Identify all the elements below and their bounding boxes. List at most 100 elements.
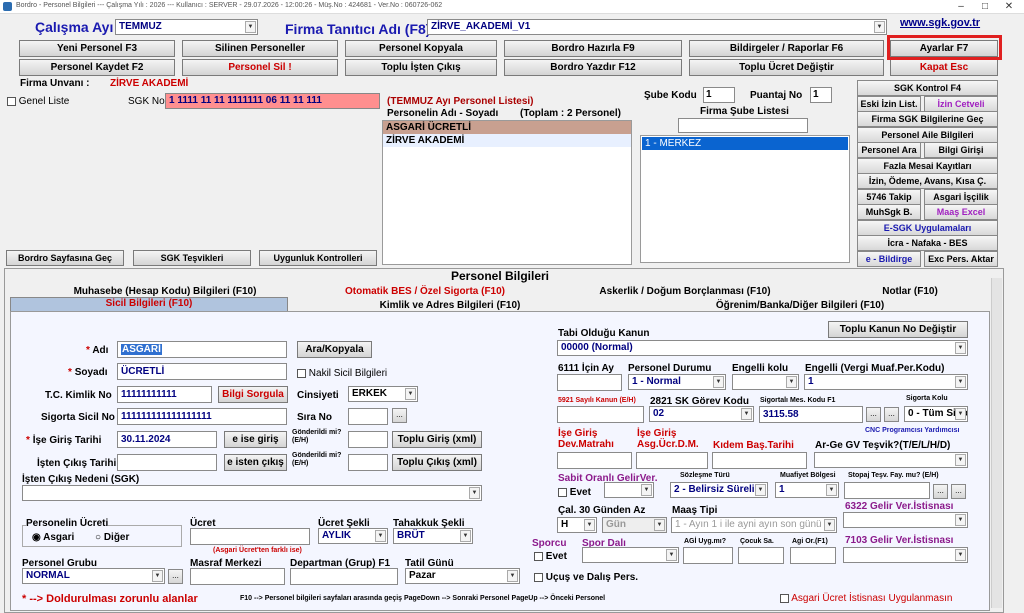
ise-giris-dev-field[interactable] (557, 452, 632, 469)
tab-ogrenim[interactable]: Öğrenim/Banka/Diğer Bilgileri (F10) (630, 300, 970, 311)
toolbar-button-row2-4[interactable]: Toplu Ücret Değiştir (689, 59, 884, 76)
mes-kodu-field[interactable]: 3115.58 (759, 406, 863, 423)
maas-tipi-select[interactable]: 1 - Ayın 1 i ile ayni ayın son günü ▼ (671, 517, 837, 533)
sabit-select[interactable]: ▼ (604, 482, 654, 498)
sube-list[interactable]: 1 - MERKEZ (640, 135, 850, 263)
sgk-no-field[interactable]: 1 1111 11 11 1111111 06 11 11 111 (165, 93, 380, 109)
kidem-field[interactable] (712, 452, 807, 469)
gonderildi2-field[interactable] (348, 454, 388, 471)
ucret-field[interactable] (190, 528, 310, 545)
toolbar-button-row1-1[interactable]: Silinen Personeller (182, 40, 338, 57)
side-button[interactable]: Firma SGK Bilgilerine Geç (857, 111, 998, 127)
side-button[interactable]: Personel Ara (857, 142, 921, 158)
side-button[interactable]: Personel Aile Bilgileri (857, 126, 998, 143)
sube-kodu-field[interactable]: 1 (703, 87, 735, 103)
tatil-select[interactable]: Pazar ▼ (405, 568, 520, 584)
grup-lookup-button[interactable]: ... (168, 569, 183, 584)
minimize-icon[interactable]: – (950, 0, 972, 14)
list-item[interactable]: 1 - MERKEZ (642, 137, 848, 150)
toolbar-button-row1-4[interactable]: Bildirgeler / Raporlar F6 (689, 40, 884, 57)
ucret-sekli-select[interactable]: AYLIK ▼ (318, 528, 388, 544)
side-button[interactable]: MuhSgk B. (857, 204, 921, 220)
toplu-kanun-button[interactable]: Toplu Kanun No Değiştir (828, 321, 968, 338)
side-button[interactable]: İzin Cetveli (924, 95, 998, 112)
tabi-select[interactable]: 00000 (Normal) ▼ (557, 340, 968, 356)
tab-kimlik[interactable]: Kimlik ve Adres Bilgileri (F10) (300, 300, 600, 311)
muafiyet-select[interactable]: 1 ▼ (775, 482, 839, 498)
side-button[interactable]: İcra - Nafaka - BES (857, 235, 998, 251)
masraf-field[interactable] (190, 568, 285, 585)
departman-field[interactable] (290, 568, 398, 585)
cinsiyet-select[interactable]: ERKEK ▼ (348, 386, 418, 402)
gorev-select[interactable]: 02 ▼ (649, 406, 754, 422)
personel-list[interactable]: ASGARİ ÜCRETLİ ZİRVE AKADEMİ (382, 120, 632, 265)
toolbar-button-row2-3[interactable]: Bordro Yazdır F12 (504, 59, 682, 76)
side-button[interactable]: e - Bildirge (857, 250, 921, 267)
genel-liste-checkbox[interactable]: Genel Liste (7, 96, 69, 107)
list-item[interactable]: ASGARİ ÜCRETLİ (383, 121, 631, 134)
cal30-select[interactable]: H ▼ (557, 517, 597, 533)
toolbar-button-row1-2[interactable]: Personel Kopyala (345, 40, 497, 57)
sgk-tesvik-button[interactable]: SGK Teşvikleri (133, 250, 251, 266)
adi-field[interactable]: ASGARİ (117, 341, 287, 358)
toolbar-button-row2-5[interactable]: Kapat Esc (890, 59, 998, 76)
mes-kodu-lookup-button[interactable]: ... (866, 407, 881, 422)
toolbar-button-row2-0[interactable]: Personel Kaydet F2 (19, 59, 175, 76)
e-isten-cikis-button[interactable]: e isten çıkış (224, 454, 287, 471)
side-button[interactable]: SGK Kontrol F4 (857, 80, 998, 96)
soyadi-field[interactable]: ÜCRETLİ (117, 363, 287, 380)
gun-select[interactable]: Gün ▼ (602, 517, 667, 533)
side-button[interactable]: Fazla Mesai Kayıtları (857, 157, 998, 174)
cikis-nedeni-select[interactable]: ▼ (22, 485, 482, 501)
diger-radio[interactable]: ○ Diğer (95, 532, 129, 543)
tab-sicil[interactable]: Sicil Bilgileri (F10) (10, 298, 288, 309)
asgari-istisna-checkbox[interactable]: Asgari Ücret İstisnası Uygulanmasın (780, 593, 952, 604)
tab-muhasebe[interactable]: Muhasebe (Hesap Kodu) Bilgileri (F10) (30, 286, 300, 297)
agi-or-field[interactable] (790, 547, 836, 564)
e-ise-giris-button[interactable]: e ise giriş (224, 431, 287, 448)
sira-field[interactable] (348, 408, 388, 425)
uygunluk-button[interactable]: Uygunluk Kontrolleri (259, 250, 377, 266)
tc-field[interactable]: 11111111111 (117, 386, 212, 403)
engelli-vergi-select[interactable]: 1 ▼ (804, 374, 968, 390)
side-button[interactable]: E-SGK Uygulamaları (857, 219, 998, 236)
side-button[interactable]: Eski İzin List. (857, 95, 921, 112)
tab-askerlik[interactable]: Askerlik / Doğum Borçlanması (F10) (560, 286, 810, 297)
firma-select[interactable]: ZİRVE_AKADEMİ_V1 ▼ (427, 19, 887, 35)
nakil-checkbox[interactable]: Nakil Sicil Bilgileri (297, 368, 387, 379)
sgk-link[interactable]: www.sgk.gov.tr (900, 17, 980, 29)
sube-filter-field[interactable] (678, 118, 808, 133)
side-button[interactable]: Exc Pers. Aktar (924, 250, 998, 267)
ara-kopyala-button[interactable]: Ara/Kopyala (297, 341, 372, 358)
ise-giris-asg-field[interactable] (636, 452, 708, 469)
bilgi-sorgula-button[interactable]: Bilgi Sorgula (218, 386, 288, 403)
ucus-checkbox[interactable]: Uçuş ve Dalış Pers. (534, 572, 638, 583)
toolbar-button-row2-1[interactable]: Personel Sil ! (182, 59, 338, 76)
scrollbar[interactable] (991, 278, 1002, 608)
toolbar-button-row1-0[interactable]: Yeni Personel F3 (19, 40, 175, 57)
puantaj-field[interactable]: 1 (810, 87, 832, 103)
tab-notlar[interactable]: Notlar (F10) (820, 286, 1000, 297)
spor-dali-select[interactable]: ▼ (582, 547, 679, 563)
gonderildi1-field[interactable] (348, 431, 388, 448)
side-button[interactable]: 5746 Takip (857, 188, 921, 205)
evet2-checkbox[interactable]: Evet (534, 551, 567, 562)
cikis-field[interactable] (117, 454, 217, 471)
mes-kodu-list-button[interactable]: ... (884, 407, 899, 422)
side-button[interactable]: Asgari İşçilik (924, 188, 998, 205)
side-button[interactable]: Maaş Excel (924, 204, 998, 220)
toolbar-button-row1-3[interactable]: Bordro Hazırla F9 (504, 40, 682, 57)
giris-field[interactable]: 30.11.2024 (117, 431, 217, 448)
tab-bes[interactable]: Otomatik BES / Özel Sigorta (F10) (300, 286, 550, 297)
cocuk-field[interactable] (738, 547, 784, 564)
ay-6111-field[interactable] (557, 374, 622, 391)
toplu-giris-button[interactable]: Toplu Giriş (xml) (392, 431, 482, 448)
side-button[interactable]: Bilgi Girişi (924, 142, 998, 158)
sira-lookup-button[interactable]: ... (392, 408, 407, 423)
stopaj-field[interactable] (844, 482, 930, 499)
asgari-radio[interactable]: ◉ Asgari (32, 532, 74, 543)
toolbar-button-row2-2[interactable]: Toplu İşten Çıkış (345, 59, 497, 76)
gelir-6322-select[interactable]: ▼ (843, 512, 968, 528)
engelli-select[interactable]: ▼ (732, 374, 799, 390)
sicil-field[interactable]: 111111111111111111 (117, 408, 287, 425)
